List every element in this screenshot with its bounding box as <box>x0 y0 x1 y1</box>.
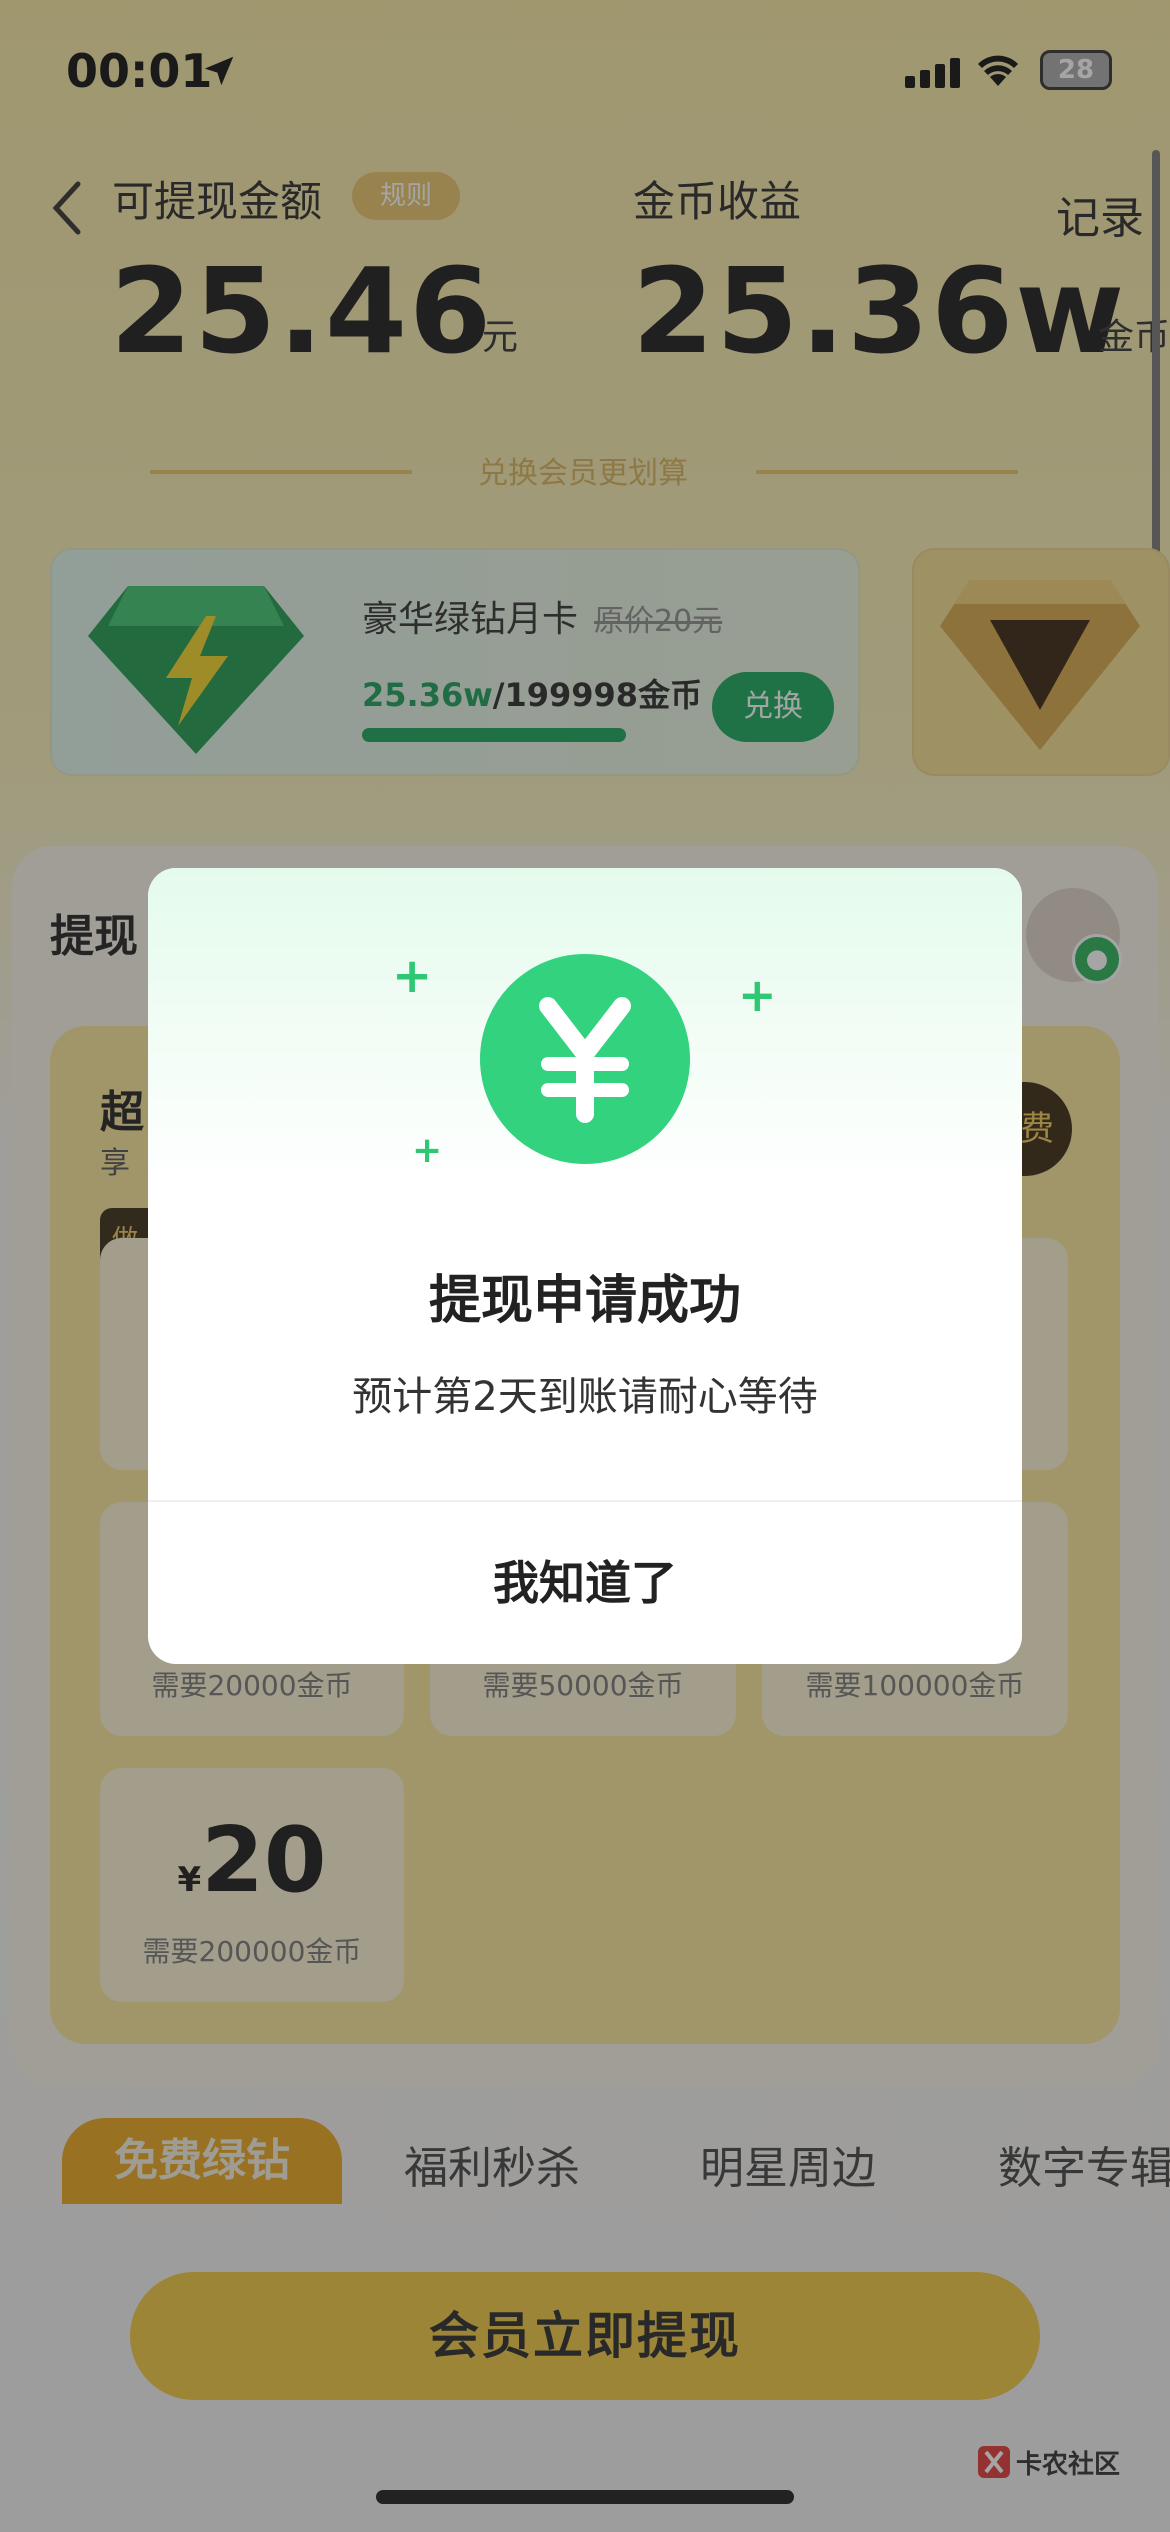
sparkle-icon: + <box>392 948 433 1004</box>
got-it-button[interactable]: 我知道了 <box>148 1502 1022 1664</box>
dialog-description: 预计第2天到账请耐心等待 <box>352 1374 818 1420</box>
sparkle-icon: + <box>412 1130 443 1171</box>
yen-symbol-icon <box>539 997 631 1123</box>
home-indicator[interactable] <box>376 2490 794 2504</box>
success-dialog: + + + 提现申请成功 预计第2天到账请耐心等待 我知道了 <box>148 868 1022 1664</box>
sparkle-icon: + <box>738 968 777 1022</box>
yen-icon <box>480 954 690 1164</box>
dialog-title: 提现申请成功 <box>428 1271 741 1331</box>
